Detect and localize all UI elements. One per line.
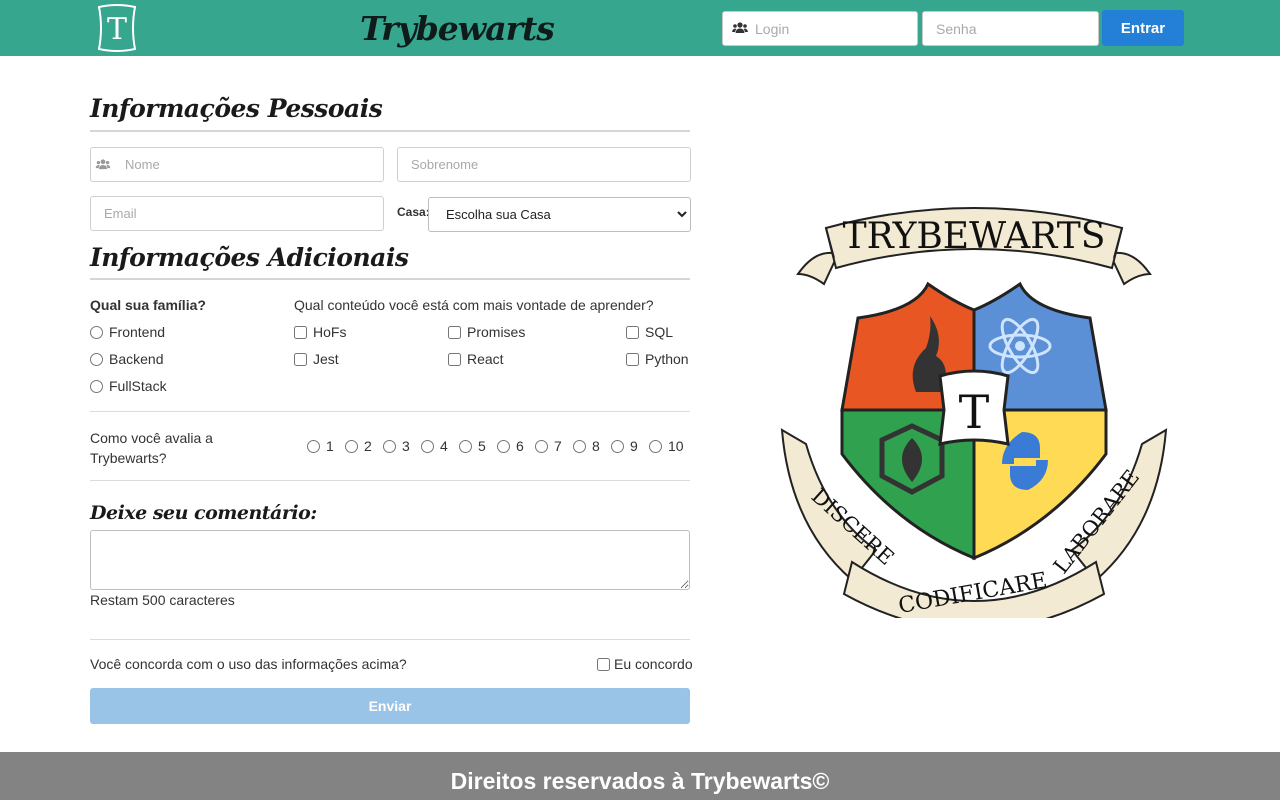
rating-label: 9	[630, 438, 638, 454]
content-label: Python	[645, 351, 689, 367]
login-field[interactable]	[722, 11, 918, 46]
content-label: Promises	[467, 324, 526, 340]
divider	[90, 278, 690, 280]
rating-label: 5	[478, 438, 486, 454]
trybewarts-crest-icon: TRYBEWARTS T DISCERE CODIFICARE LABORARE	[780, 207, 1168, 618]
content-option-jest[interactable]: Jest	[294, 351, 339, 367]
agreement-checkbox[interactable]	[597, 657, 610, 671]
agreement-label: Eu concordo	[614, 656, 693, 672]
content-option-hofs[interactable]: HoFs	[294, 324, 346, 340]
divider	[90, 639, 690, 640]
content-option-python[interactable]: Python	[626, 351, 689, 367]
content-checkbox[interactable]	[448, 325, 461, 339]
rating-radio[interactable]	[649, 439, 662, 453]
footer-text: Direitos reservados à Trybewarts©	[450, 768, 830, 794]
rating-label: 2	[364, 438, 372, 454]
family-label: Backend	[109, 351, 164, 367]
rating-label: 3	[402, 438, 410, 454]
family-label: FullStack	[109, 378, 167, 394]
house-select[interactable]: Escolha sua Casa	[428, 197, 691, 232]
divider	[90, 480, 690, 481]
agreement-option[interactable]: Eu concordo	[597, 656, 693, 672]
rating-label: 8	[592, 438, 600, 454]
rating-radio[interactable]	[383, 439, 396, 453]
rating-label: 4	[440, 438, 448, 454]
brand-title: Trybewarts	[360, 9, 555, 48]
content-label: React	[467, 351, 504, 367]
name-input[interactable]	[125, 153, 375, 176]
char-counter: Restam 500 caracteres	[90, 592, 235, 608]
rating-label: 6	[516, 438, 524, 454]
content-question: Qual conteúdo você está com mais vontade…	[294, 297, 654, 313]
family-radio[interactable]	[90, 352, 103, 366]
content-option-promises[interactable]: Promises	[448, 324, 525, 340]
content-checkbox[interactable]	[626, 325, 639, 339]
content-checkbox[interactable]	[294, 325, 307, 339]
rating-option[interactable]: 8	[573, 438, 611, 454]
rating-radio[interactable]	[573, 439, 586, 453]
family-option-backend[interactable]: Backend	[90, 351, 163, 367]
content-checkbox[interactable]	[448, 352, 461, 366]
content-option-react[interactable]: React	[448, 351, 504, 367]
rating-radio[interactable]	[421, 439, 434, 453]
rating-radio[interactable]	[535, 439, 548, 453]
users-icon	[95, 159, 111, 170]
crest-top-banner: TRYBEWARTS	[843, 216, 1106, 257]
house-label: Casa:	[397, 205, 430, 219]
rating-option[interactable]: 7	[535, 438, 573, 454]
surname-input[interactable]	[397, 147, 691, 182]
name-field[interactable]	[90, 147, 384, 182]
content-checkbox[interactable]	[626, 352, 639, 366]
additional-info-title: Informações Adicionais	[90, 243, 409, 272]
rating-option[interactable]: 9	[611, 438, 649, 454]
rating-question: Como você avalia a Trybewarts?	[90, 428, 213, 468]
family-option-fullstack[interactable]: FullStack	[90, 378, 167, 394]
content-label: SQL	[645, 324, 674, 340]
trybewarts-logo-icon[interactable]: T	[94, 3, 140, 53]
submit-button[interactable]: Enviar	[90, 688, 690, 724]
rating-radio[interactable]	[497, 439, 510, 453]
rating-radio[interactable]	[307, 439, 320, 453]
crest-center-letter: T	[959, 385, 990, 439]
rating-option[interactable]: 4	[421, 438, 459, 454]
top-header: T Trybewarts Entrar	[0, 0, 1280, 56]
agreement-question: Você concorda com o uso das informações …	[90, 656, 407, 672]
content-checkbox[interactable]	[294, 352, 307, 366]
comment-title: Deixe seu comentário:	[90, 502, 317, 524]
family-radio[interactable]	[90, 325, 103, 339]
rating-radio[interactable]	[611, 439, 624, 453]
rating-label: 7	[554, 438, 562, 454]
divider	[90, 130, 690, 132]
footer: Direitos reservados à Trybewarts©	[0, 752, 1280, 800]
rating-option[interactable]: 6	[497, 438, 535, 454]
divider	[90, 411, 690, 412]
rating-option[interactable]: 3	[383, 438, 421, 454]
content-label: HoFs	[313, 324, 347, 340]
family-label: Frontend	[109, 324, 166, 340]
login-input[interactable]	[755, 16, 913, 41]
content-label: Jest	[313, 351, 339, 367]
rating-option[interactable]: 1	[307, 438, 345, 454]
rating-label: 10	[668, 438, 684, 454]
rating-option[interactable]: 2	[345, 438, 383, 454]
rating-option[interactable]: 10	[649, 438, 689, 454]
family-radio[interactable]	[90, 379, 103, 393]
rating-radio[interactable]	[459, 439, 472, 453]
email-input[interactable]	[90, 196, 384, 231]
rating-option[interactable]: 5	[459, 438, 497, 454]
family-option-frontend[interactable]: Frontend	[90, 324, 165, 340]
rating-radio[interactable]	[345, 439, 358, 453]
rating-options: 1 2 3 4 5 6 7 8 9 10	[307, 438, 689, 454]
content-option-sql[interactable]: SQL	[626, 324, 673, 340]
rating-question-line2: Trybewarts?	[90, 450, 167, 466]
logo-letter: T	[107, 12, 127, 47]
rating-label: 1	[326, 438, 334, 454]
comment-textarea[interactable]	[90, 530, 690, 590]
family-question: Qual sua família?	[90, 297, 206, 313]
enter-button[interactable]: Entrar	[1102, 10, 1184, 46]
users-icon	[732, 22, 748, 33]
password-input[interactable]	[922, 11, 1099, 46]
personal-info-title: Informações Pessoais	[90, 94, 383, 123]
rating-question-line1: Como você avalia a	[90, 430, 213, 446]
